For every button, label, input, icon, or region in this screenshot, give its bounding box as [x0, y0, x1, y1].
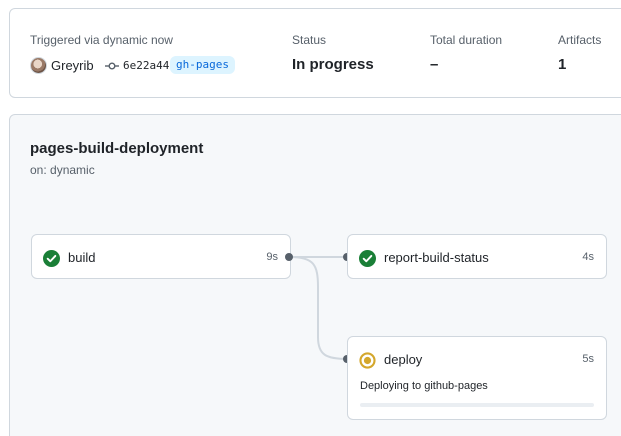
job-report-build-status[interactable]: report-build-status 4s — [347, 234, 607, 279]
job-name: report-build-status — [384, 250, 489, 265]
job-name: build — [68, 250, 96, 265]
job-duration: 9s — [266, 251, 278, 263]
job-duration: 4s — [582, 251, 594, 263]
check-circle-icon — [43, 250, 60, 267]
workflow-graph: pages-build-deployment on: dynamic build… — [9, 114, 621, 436]
avatar[interactable] — [30, 57, 47, 74]
job-build[interactable]: build 9s — [31, 234, 291, 279]
status-value: In progress — [292, 56, 374, 73]
job-duration: 5s — [582, 353, 594, 365]
connector-dot-out — [285, 253, 293, 261]
user-link[interactable]: Greyrib — [51, 58, 94, 73]
check-circle-icon — [359, 250, 376, 267]
artifacts-value[interactable]: 1 — [558, 56, 566, 73]
job-name: deploy — [384, 352, 423, 367]
job-status-message: Deploying to github-pages — [360, 380, 488, 392]
in-progress-icon — [359, 352, 376, 369]
commit-sha-link[interactable]: 6e22a44 — [123, 59, 169, 72]
status-label: Status — [292, 33, 327, 47]
branch-label[interactable]: gh-pages — [170, 56, 235, 74]
artifacts-label: Artifacts — [558, 33, 602, 47]
total-duration-value: – — [430, 56, 439, 73]
total-duration-label: Total duration — [430, 33, 503, 47]
run-summary-card: Triggered via dynamic now Greyrib 6e22a4… — [9, 8, 621, 98]
trigger-label: Triggered via dynamic now — [30, 33, 173, 47]
git-commit-icon — [105, 62, 119, 70]
deploy-progress-bar — [360, 403, 594, 407]
job-deploy[interactable]: deploy 5s Deploying to github-pages — [347, 336, 607, 420]
